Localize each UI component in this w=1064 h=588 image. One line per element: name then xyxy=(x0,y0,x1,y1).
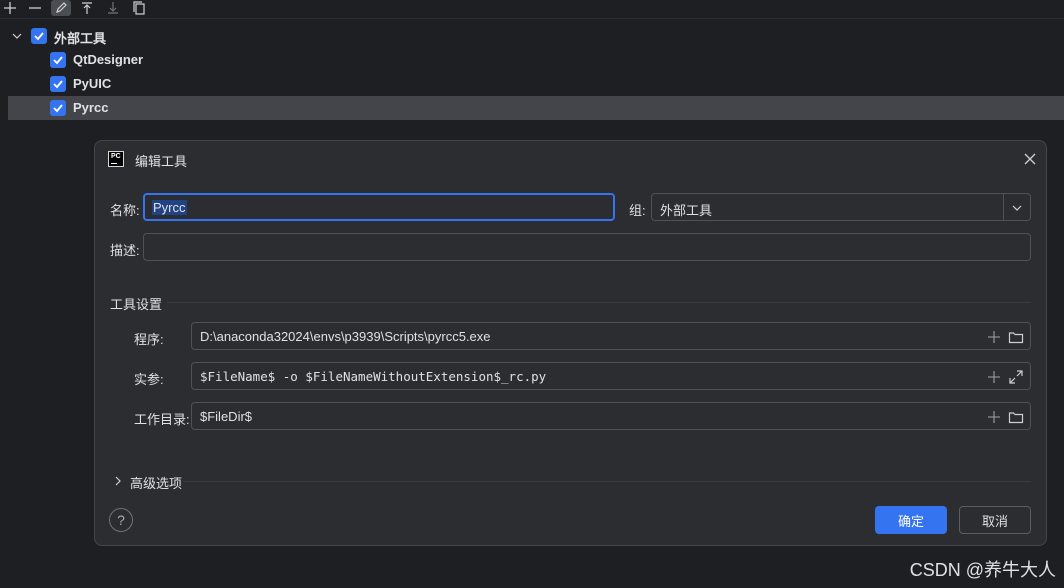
program-label: 程序: xyxy=(134,332,164,347)
tree-group-row[interactable]: 外部工具 xyxy=(8,24,1064,48)
checkbox-group[interactable] xyxy=(31,28,47,44)
section-divider xyxy=(167,302,1031,303)
arguments-label: 实参: xyxy=(134,372,164,387)
working-directory-field[interactable]: $FileDir$ xyxy=(191,402,1031,430)
tree-item-pyuic[interactable]: PyUIC xyxy=(8,72,1064,96)
check-icon xyxy=(53,56,63,65)
arguments-field[interactable]: $FileName$ -o $FileNameWithoutExtension$… xyxy=(191,362,1031,390)
tree-item-qtdesigner[interactable]: QtDesigner xyxy=(8,48,1064,72)
copy-icon[interactable] xyxy=(129,0,149,16)
group-combo[interactable]: 外部工具 xyxy=(651,193,1031,221)
name-value: Pyrcc xyxy=(152,200,187,215)
tool-settings-label: 工具设置 xyxy=(110,297,163,312)
arguments-value: $FileName$ -o $FileNameWithoutExtension$… xyxy=(200,369,547,384)
program-value: D:\anaconda32024\envs\p3939\Scripts\pyrc… xyxy=(200,329,491,344)
group-value: 外部工具 xyxy=(660,203,713,218)
add-macro-icon[interactable] xyxy=(986,409,1002,425)
ok-button[interactable]: 确定 xyxy=(875,506,947,534)
chevron-down-icon[interactable] xyxy=(1012,203,1022,213)
chevron-right-icon[interactable] xyxy=(113,476,123,486)
expand-icon[interactable] xyxy=(1008,369,1024,385)
description-label: 描述: xyxy=(110,243,140,258)
add-macro-icon[interactable] xyxy=(986,369,1002,385)
checkbox-qtdesigner[interactable] xyxy=(50,52,66,68)
help-button[interactable]: ? xyxy=(109,508,133,532)
group-label: 组: xyxy=(629,203,646,218)
checkbox-pyuic[interactable] xyxy=(50,76,66,92)
add-macro-icon[interactable] xyxy=(986,329,1002,345)
folder-icon[interactable] xyxy=(1008,409,1024,425)
tree-item-label: QtDesigner xyxy=(73,52,144,67)
working-directory-value: $FileDir$ xyxy=(200,409,253,424)
dialog-title: 编辑工具 xyxy=(135,154,188,169)
tree-item-label: PyUIC xyxy=(73,76,112,91)
close-icon[interactable] xyxy=(1023,152,1037,166)
edit-tool-dialog: PC 编辑工具 名称: Pyrcc 组: 外部工具 描述: 工具设置 程序: D… xyxy=(94,140,1047,546)
pycharm-icon: PC xyxy=(108,151,124,167)
checkbox-pyrcc[interactable] xyxy=(50,100,66,116)
watermark: CSDN @养牛大人 xyxy=(909,560,1056,580)
edit-icon[interactable] xyxy=(51,0,71,16)
help-icon: ? xyxy=(117,512,125,528)
advanced-options-toggle[interactable]: 高级选项 xyxy=(130,473,182,492)
description-field[interactable] xyxy=(143,233,1031,261)
section-divider xyxy=(183,481,1031,482)
cancel-button[interactable]: 取消 xyxy=(959,506,1031,534)
program-field[interactable]: D:\anaconda32024\envs\p3939\Scripts\pyrc… xyxy=(191,322,1031,350)
chevron-down-icon[interactable] xyxy=(12,31,22,41)
move-up-icon[interactable] xyxy=(77,0,97,16)
tree-group-label: 外部工具 xyxy=(54,31,107,46)
check-icon xyxy=(34,32,44,41)
toolbar xyxy=(0,0,1064,19)
check-icon xyxy=(53,104,63,113)
move-down-icon xyxy=(103,0,123,16)
add-icon[interactable] xyxy=(0,0,20,16)
check-icon xyxy=(53,80,63,89)
name-label: 名称: xyxy=(110,203,140,218)
remove-icon[interactable] xyxy=(25,0,45,16)
tree-item-pyrcc[interactable]: Pyrcc xyxy=(8,96,1064,120)
tree-item-label: Pyrcc xyxy=(73,100,109,115)
folder-icon[interactable] xyxy=(1008,329,1024,345)
working-directory-label: 工作目录: xyxy=(134,412,190,427)
name-field[interactable]: Pyrcc xyxy=(143,193,615,221)
